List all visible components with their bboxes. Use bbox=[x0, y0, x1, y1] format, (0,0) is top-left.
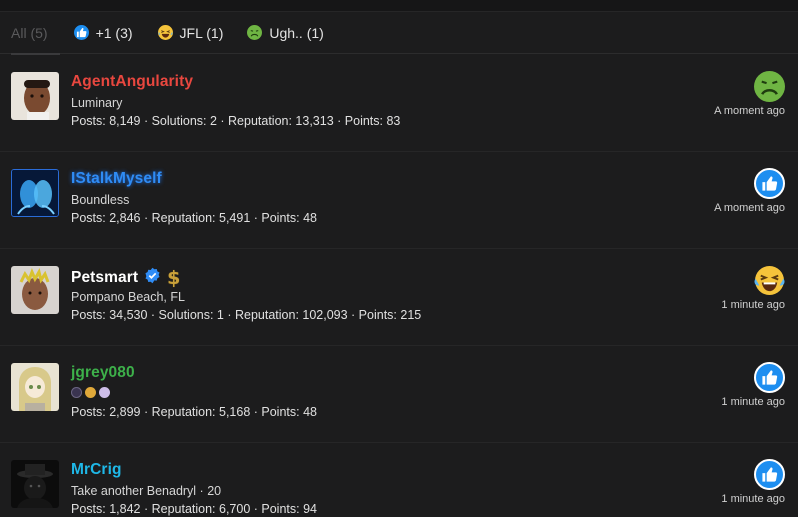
tab-ugh-label: Ugh.. (1) bbox=[269, 24, 324, 41]
avatar[interactable] bbox=[11, 460, 59, 508]
avatar[interactable] bbox=[11, 266, 59, 314]
verified-badge-icon bbox=[144, 267, 161, 289]
sick-face-icon bbox=[754, 71, 785, 102]
avatar[interactable] bbox=[11, 169, 59, 217]
user-location: Pompano Beach, FL bbox=[71, 290, 185, 304]
reaction-time: 1 minute ago bbox=[721, 396, 785, 408]
list-item: AgentAngularity Luminary Posts: 8,149 · … bbox=[0, 55, 798, 152]
user-title: Boundless bbox=[71, 193, 130, 207]
list-item: jgrey080 Posts: 2,899 · Reputation: 5,16… bbox=[0, 346, 798, 443]
reaction-user-list: AgentAngularity Luminary Posts: 8,149 · … bbox=[0, 55, 798, 517]
username-text: IStalkMyself bbox=[71, 170, 162, 187]
username-text: AgentAngularity bbox=[71, 73, 194, 90]
money-icon: $ bbox=[167, 267, 181, 289]
list-item: MrCrig Take another Benadryl · 20 Posts:… bbox=[0, 443, 798, 517]
username[interactable]: AgentAngularity bbox=[71, 73, 193, 91]
tab-jfl-label: JFL (1) bbox=[179, 24, 224, 41]
tab-ugh[interactable]: Ugh.. (1) bbox=[247, 12, 324, 54]
top-bar bbox=[0, 0, 798, 12]
laughing-crying-icon bbox=[157, 25, 173, 40]
username-text: jgrey080 bbox=[71, 364, 135, 381]
thumbs-up-icon bbox=[754, 459, 785, 490]
thumbs-up-icon bbox=[754, 362, 785, 393]
user-title: Take another Benadryl · 20 bbox=[71, 484, 222, 498]
reaction-time: 1 minute ago bbox=[721, 493, 785, 505]
list-item: IStalkMyself Boundless Posts: 2,846 · Re… bbox=[0, 152, 798, 249]
list-item: Petsmart $ Pompano Beach, FL Posts: 34,5… bbox=[0, 249, 798, 346]
username[interactable]: jgrey080 bbox=[71, 364, 135, 382]
username[interactable]: MrCrig bbox=[71, 461, 122, 479]
thumbs-up-icon bbox=[754, 168, 785, 199]
reaction-tabs: All (5) +1 (3) JFL (1) Ugh.. (1) bbox=[0, 12, 798, 55]
username[interactable]: IStalkMyself bbox=[71, 170, 162, 188]
user-title: Luminary bbox=[71, 96, 123, 110]
reaction-time: 1 minute ago bbox=[721, 299, 785, 311]
user-stats: Posts: 34,530 · Solutions: 1 · Reputatio… bbox=[71, 308, 422, 322]
user-stats: Posts: 8,149 · Solutions: 2 · Reputation… bbox=[71, 114, 401, 128]
tab-all-label: All (5) bbox=[11, 24, 48, 41]
tab-plus-one-label: +1 (3) bbox=[95, 24, 133, 41]
username-text: MrCrig bbox=[71, 461, 122, 478]
tab-jfl[interactable]: JFL (1) bbox=[157, 12, 224, 54]
user-badges bbox=[71, 387, 113, 401]
avatar[interactable] bbox=[11, 363, 59, 411]
lavender-orb-badge-icon bbox=[99, 387, 110, 398]
username-text: Petsmart bbox=[71, 269, 139, 286]
reaction-time: A moment ago bbox=[714, 105, 785, 117]
user-stats: Posts: 1,842 · Reputation: 6,700 · Point… bbox=[71, 502, 317, 516]
gold-orb-badge-icon bbox=[85, 387, 96, 398]
tab-all[interactable]: All (5) bbox=[11, 12, 60, 55]
user-stats: Posts: 2,899 · Reputation: 5,168 · Point… bbox=[71, 405, 317, 419]
reaction-time: A moment ago bbox=[714, 202, 785, 214]
avatar[interactable] bbox=[11, 72, 59, 120]
dark-orb-badge-icon bbox=[71, 387, 82, 398]
sick-face-icon bbox=[247, 25, 263, 40]
tab-plus-one[interactable]: +1 (3) bbox=[73, 12, 133, 54]
thumbs-up-icon bbox=[73, 25, 89, 40]
laughing-crying-icon bbox=[754, 265, 785, 296]
user-stats: Posts: 2,846 · Reputation: 5,491 · Point… bbox=[71, 211, 317, 225]
username[interactable]: Petsmart $ bbox=[71, 267, 180, 289]
